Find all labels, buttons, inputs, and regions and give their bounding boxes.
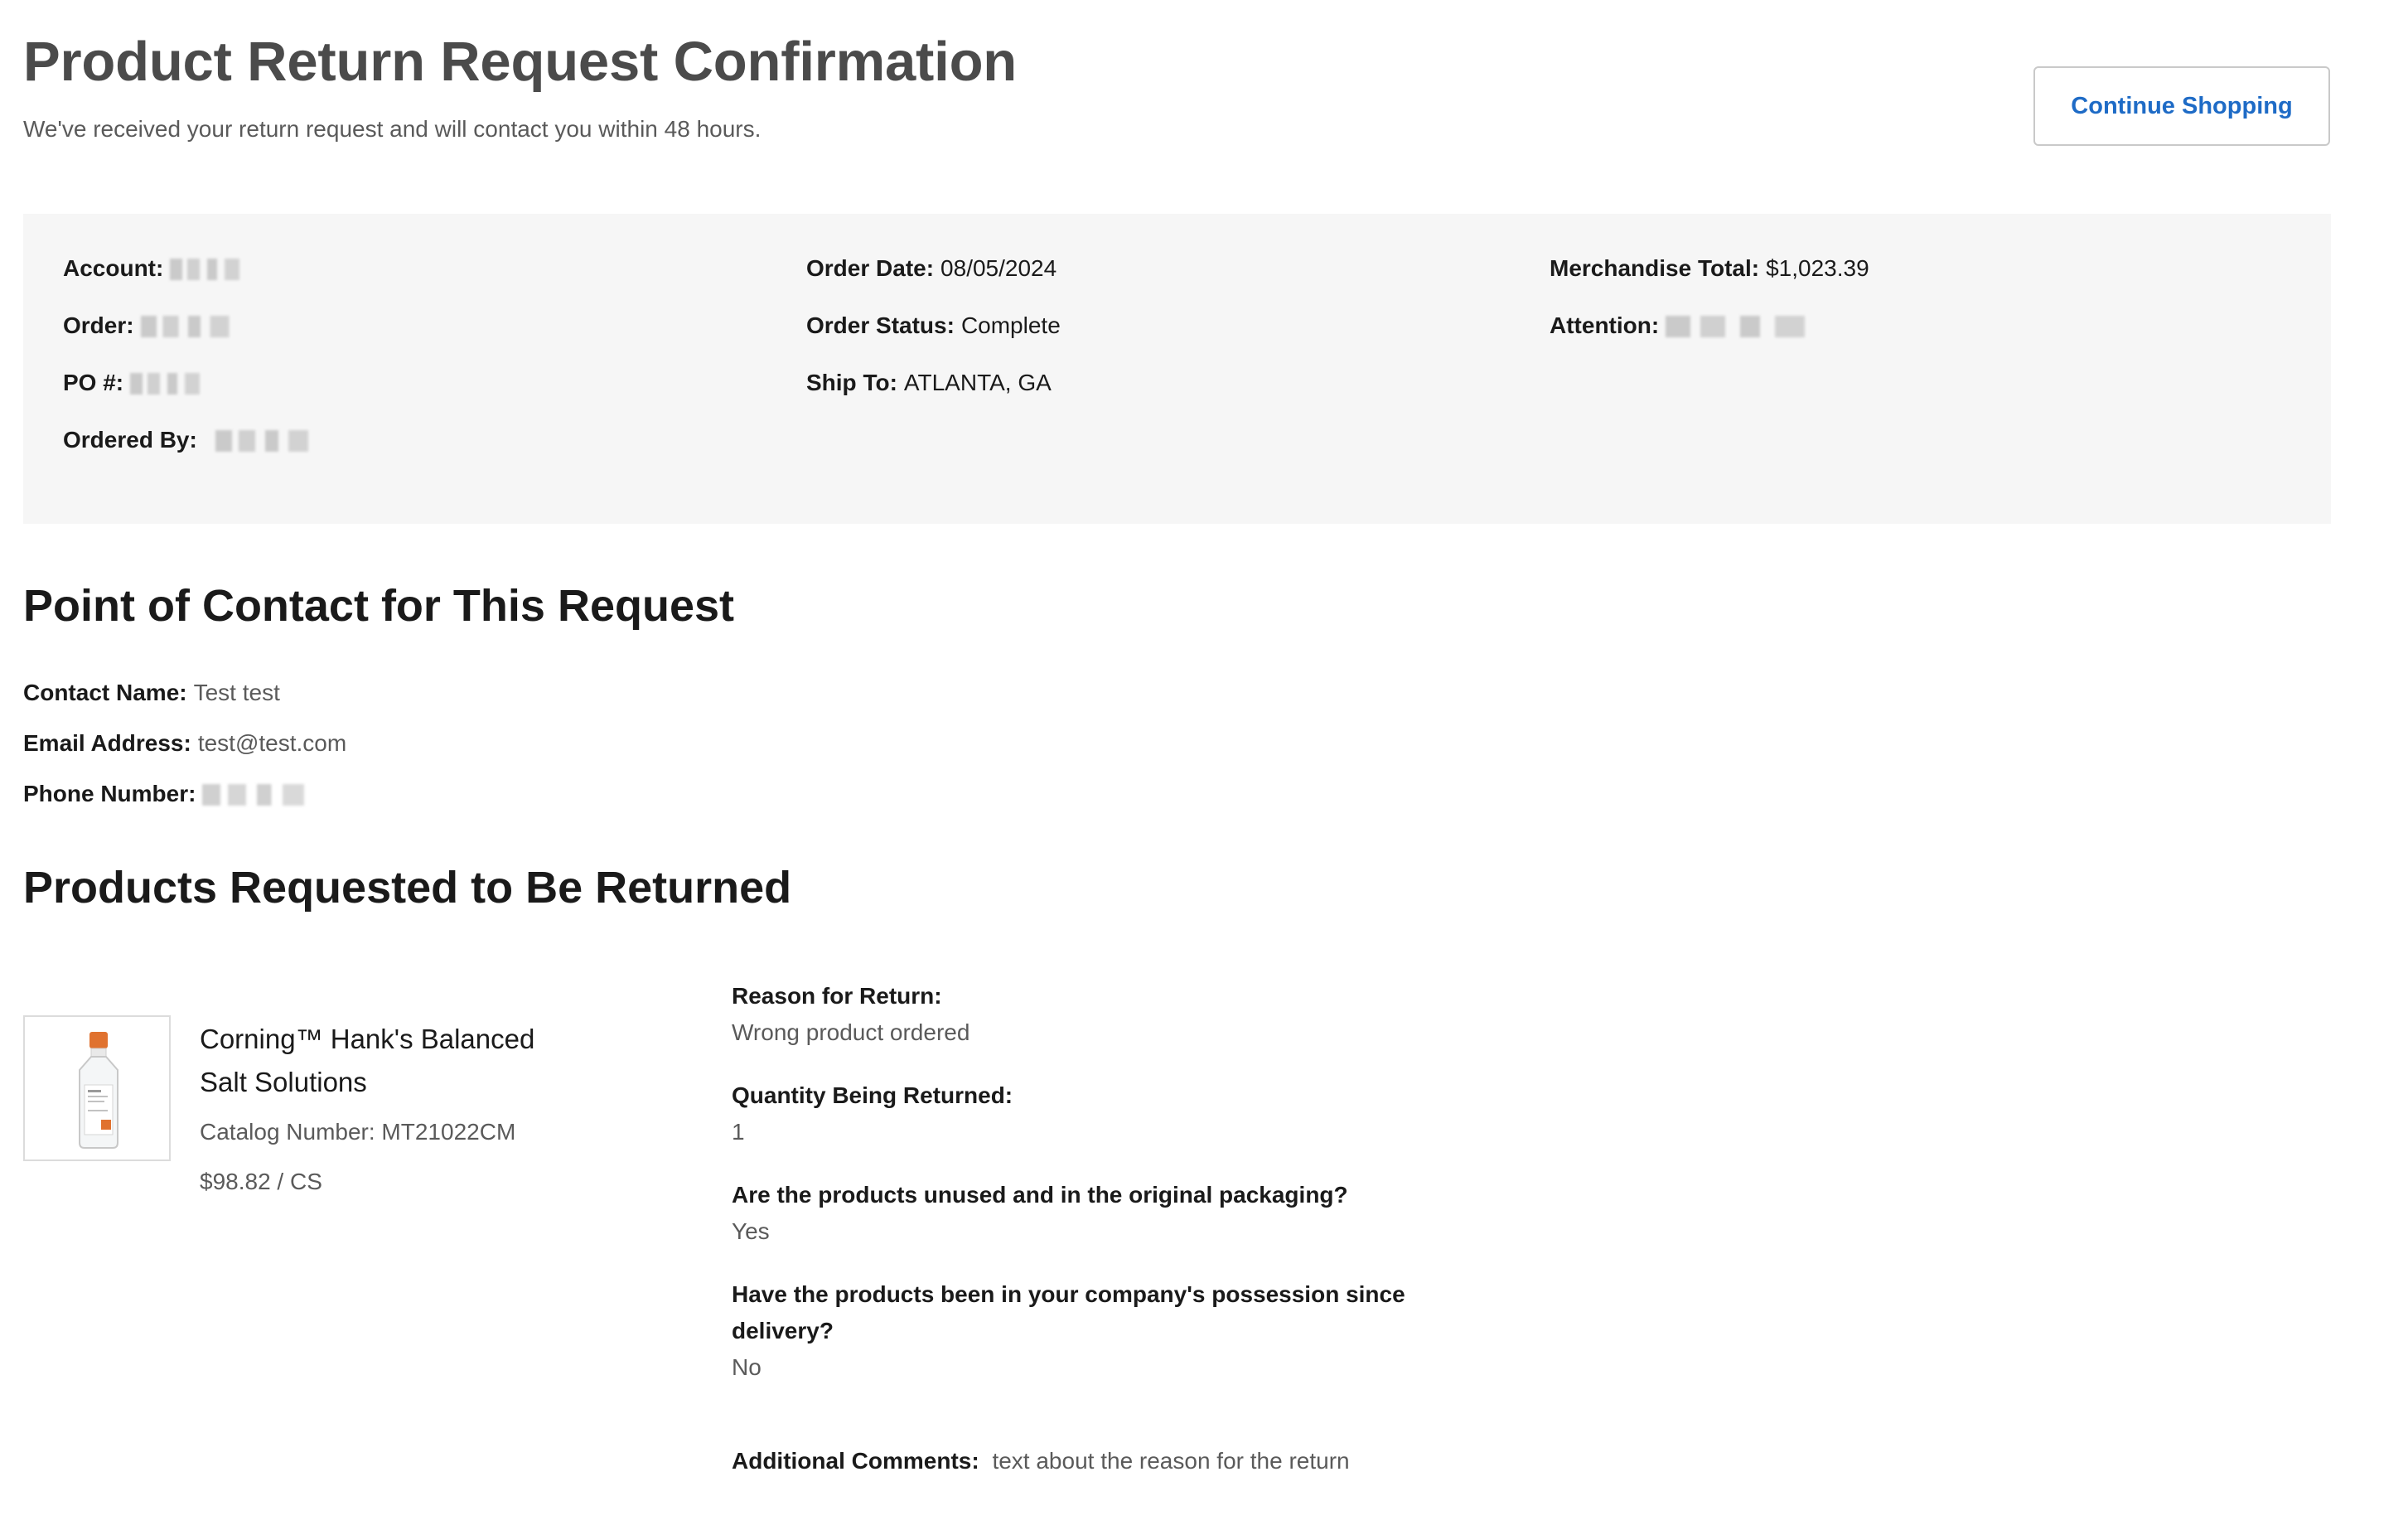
order-date-value: 08/05/2024 bbox=[940, 255, 1057, 281]
po-row: PO #: bbox=[63, 370, 381, 427]
merchandise-total-value: $1,023.39 bbox=[1766, 255, 1869, 281]
summary-column-2: Order Date: 08/05/2024 Order Status: Com… bbox=[806, 255, 1061, 427]
quantity-value: 1 bbox=[732, 1119, 745, 1145]
order-status-label: Order Status: bbox=[806, 312, 955, 338]
email-row: Email Address: test@test.com bbox=[23, 730, 346, 757]
account-row: Account: bbox=[63, 255, 381, 312]
product-name-link[interactable]: Corning™ Hank's Balanced Salt Solutions bbox=[200, 1018, 564, 1104]
order-date-label: Order Date: bbox=[806, 255, 935, 281]
ship-to-value: ATLANTA, GA bbox=[903, 370, 1052, 395]
product-price: $98.82 / CS bbox=[200, 1169, 322, 1194]
quantity-block: Quantity Being Returned: 1 bbox=[732, 1077, 1411, 1150]
products-section-title: Products Requested to Be Returned bbox=[23, 863, 792, 913]
ship-to-label: Ship To: bbox=[806, 370, 897, 395]
phone-row: Phone Number: bbox=[23, 781, 385, 807]
continue-shopping-button[interactable]: Continue Shopping bbox=[2033, 66, 2330, 146]
comments-row: Additional Comments: text about the reas… bbox=[732, 1448, 1350, 1474]
phone-redacted bbox=[202, 784, 385, 806]
page-title: Product Return Request Confirmation bbox=[23, 31, 1018, 93]
account-redacted bbox=[170, 259, 295, 280]
unused-block: Are the products unused and in the origi… bbox=[732, 1177, 1411, 1250]
attention-row: Attention: bbox=[1550, 312, 1915, 370]
attention-redacted bbox=[1666, 316, 1915, 337]
email-label: Email Address: bbox=[23, 730, 191, 756]
order-date-row: Order Date: 08/05/2024 bbox=[806, 255, 1061, 312]
product-image[interactable] bbox=[23, 1015, 171, 1161]
phone-label: Phone Number: bbox=[23, 781, 196, 806]
ordered-by-row: Ordered By: bbox=[63, 427, 381, 484]
summary-column-1: Account: Order: PO #: Ordered By: bbox=[63, 255, 381, 484]
order-status-value: Complete bbox=[960, 312, 1061, 338]
contact-name-label: Contact Name: bbox=[23, 680, 187, 705]
contact-name-row: Contact Name: Test test bbox=[23, 680, 280, 706]
possession-block: Have the products been in your company's… bbox=[732, 1276, 1411, 1386]
possession-label: Have the products been in your company's… bbox=[732, 1281, 1405, 1343]
product-catalog-number: Catalog Number: MT21022CM bbox=[200, 1119, 516, 1145]
comments-label: Additional Comments: bbox=[732, 1448, 979, 1474]
order-status-row: Order Status: Complete bbox=[806, 312, 1061, 370]
bottle-icon bbox=[79, 1032, 118, 1149]
reason-block: Reason for Return: Wrong product ordered bbox=[732, 978, 1411, 1051]
order-label: Order: bbox=[63, 312, 134, 338]
order-row: Order: bbox=[63, 312, 381, 370]
order-redacted bbox=[140, 316, 298, 337]
attention-label: Attention: bbox=[1550, 312, 1660, 338]
email-value: test@test.com bbox=[197, 730, 347, 756]
contact-name-value: Test test bbox=[193, 680, 280, 705]
reason-value: Wrong product ordered bbox=[732, 1019, 970, 1045]
page-subtitle: We've received your return request and w… bbox=[23, 116, 762, 142]
ship-to-row: Ship To: ATLANTA, GA bbox=[806, 370, 1061, 427]
account-label: Account: bbox=[63, 255, 164, 281]
order-summary-box: Account: Order: PO #: Ordered By: Order … bbox=[23, 214, 2331, 524]
merchandise-total-row: Merchandise Total: $1,023.39 bbox=[1550, 255, 1914, 312]
ordered-by-redacted bbox=[215, 430, 381, 452]
possession-value: No bbox=[732, 1354, 762, 1380]
merchandise-total-label: Merchandise Total: bbox=[1550, 255, 1760, 281]
contact-section-title: Point of Contact for This Request bbox=[23, 581, 734, 631]
unused-value: Yes bbox=[732, 1218, 770, 1244]
return-confirmation-page: Product Return Request Confirmation We'v… bbox=[23, 0, 2335, 1525]
ordered-by-label: Ordered By: bbox=[63, 427, 197, 453]
reason-label: Reason for Return: bbox=[732, 983, 942, 1009]
summary-column-3: Merchandise Total: $1,023.39 Attention: bbox=[1550, 255, 1915, 370]
po-redacted bbox=[130, 373, 255, 395]
unused-label: Are the products unused and in the origi… bbox=[732, 1182, 1348, 1208]
po-label: PO #: bbox=[63, 370, 124, 395]
quantity-label: Quantity Being Returned: bbox=[732, 1082, 1013, 1108]
comments-value: text about the reason for the return bbox=[992, 1448, 1350, 1474]
